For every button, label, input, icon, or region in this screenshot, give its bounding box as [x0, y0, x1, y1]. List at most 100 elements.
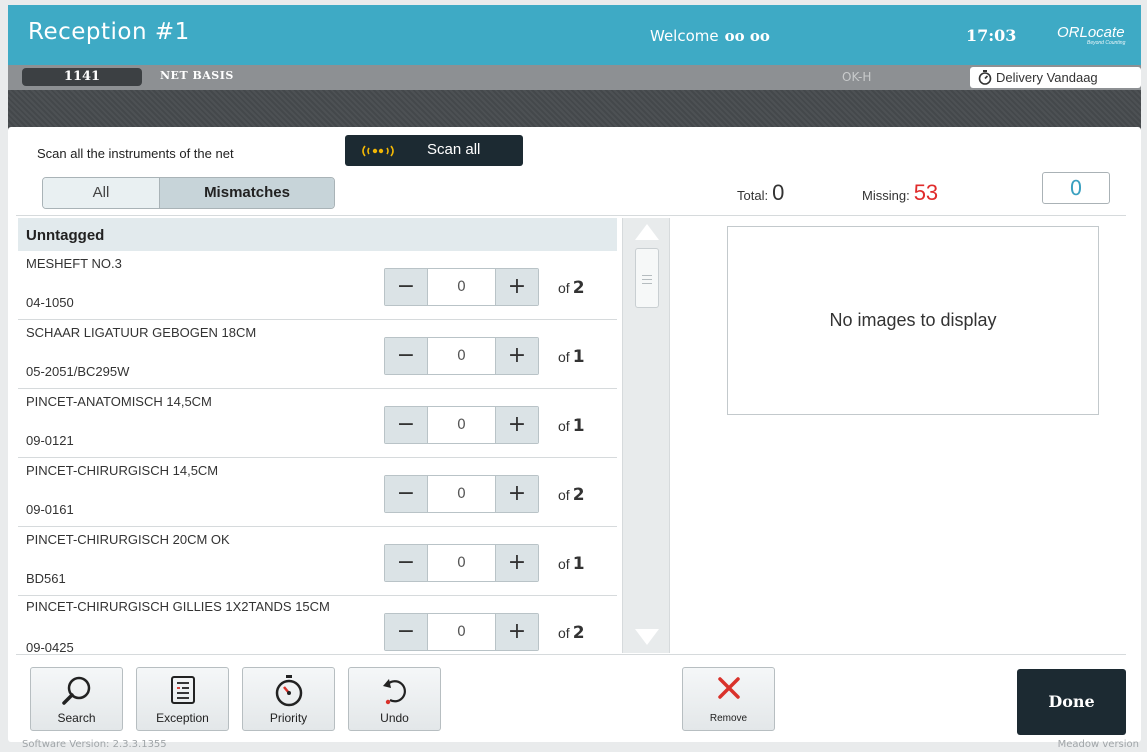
- user-name: oo oo: [724, 27, 770, 45]
- decrement-button[interactable]: −: [385, 269, 427, 305]
- quantity-value[interactable]: 0: [427, 545, 496, 581]
- rfid-scan-icon: [362, 145, 394, 157]
- missing-value: 53: [913, 180, 939, 205]
- expected-quantity: of 1: [558, 416, 585, 436]
- exception-label: Exception: [156, 711, 209, 725]
- page-title: Reception #1: [28, 19, 190, 45]
- increment-button[interactable]: +: [496, 407, 538, 443]
- instrument-code: 09-0161: [26, 502, 74, 517]
- increment-button[interactable]: +: [496, 476, 538, 512]
- orlocate-logo: ORLocate Beyond Counting: [1057, 24, 1126, 46]
- quantity-value[interactable]: 0: [427, 269, 496, 305]
- quantity-value[interactable]: 0: [427, 614, 496, 650]
- instrument-name: PINCET-ANATOMISCH 14,5CM: [26, 394, 212, 409]
- decrement-button[interactable]: −: [385, 407, 427, 443]
- quantity-value[interactable]: 0: [427, 476, 496, 512]
- expected-quantity: of 2: [558, 623, 585, 643]
- scroll-thumb[interactable]: [635, 248, 659, 308]
- delivery-label: Delivery Vandaag: [996, 70, 1098, 85]
- decrement-button[interactable]: −: [385, 614, 427, 650]
- priority-button[interactable]: Priority: [242, 667, 335, 731]
- total-value: 0: [772, 180, 785, 205]
- welcome-label: Welcome: [650, 27, 719, 45]
- list-group-header: Unntagged: [18, 218, 617, 251]
- search-icon: [61, 676, 90, 705]
- increment-button[interactable]: +: [496, 269, 538, 305]
- undo-button[interactable]: Undo: [348, 667, 441, 731]
- expected-quantity: of 2: [558, 485, 585, 505]
- search-label: Search: [57, 711, 96, 725]
- filter-all-tab[interactable]: All: [43, 178, 160, 208]
- total-label: Total:: [737, 188, 769, 203]
- expected-quantity: of 2: [558, 278, 585, 298]
- decrement-button[interactable]: −: [385, 476, 427, 512]
- close-icon: [717, 677, 740, 699]
- missing-label: Missing:: [862, 188, 910, 203]
- app-header: Reception #1 Welcome oo oo 17:03 ORLocate…: [8, 5, 1141, 65]
- divider: [16, 654, 1126, 655]
- decrement-button[interactable]: −: [385, 338, 427, 374]
- done-button[interactable]: Done: [1017, 669, 1126, 735]
- software-version: Software Version: 2.3.3.1355: [22, 739, 167, 750]
- scan-all-button[interactable]: Scan all: [345, 135, 523, 166]
- remove-button[interactable]: Remove: [682, 667, 775, 731]
- quantity-value[interactable]: 0: [427, 338, 496, 374]
- expected-quantity: of 1: [558, 347, 585, 367]
- net-id-badge: 1141: [22, 68, 142, 86]
- instrument-code: 09-0121: [26, 433, 74, 448]
- list-item: PINCET-CHIRURGISCH 14,5CM 09-0161 − 0 + …: [18, 458, 617, 527]
- quantity-stepper: − 0 +: [384, 544, 539, 582]
- net-info-bar: 1141 NET BASIS OK-H Delivery Vandaag: [8, 65, 1141, 90]
- net-name: NET BASIS: [160, 69, 234, 82]
- undo-label: Undo: [380, 711, 409, 725]
- delivery-badge[interactable]: Delivery Vandaag: [970, 67, 1141, 88]
- scroll-up-arrow-icon[interactable]: [635, 224, 659, 240]
- instrument-code: 05-2051/BC295W: [26, 364, 130, 379]
- footer-right-text: Meadow version: [1057, 739, 1139, 750]
- scan-instruction: Scan all the instruments of the net: [37, 146, 234, 161]
- header-divider-band: [8, 90, 1141, 130]
- filter-mismatches-tab[interactable]: Mismatches: [160, 178, 334, 208]
- exception-list-icon: [170, 676, 195, 704]
- scan-count-field[interactable]: 0: [1042, 172, 1110, 204]
- instrument-name: SCHAAR LIGATUUR GEBOGEN 18CM: [26, 325, 257, 340]
- increment-button[interactable]: +: [496, 614, 538, 650]
- quantity-stepper: − 0 +: [384, 475, 539, 513]
- instrument-name: PINCET-CHIRURGISCH 20CM OK: [26, 532, 230, 547]
- quantity-stepper: − 0 +: [384, 613, 539, 651]
- quantity-stepper: − 0 +: [384, 337, 539, 375]
- list-item: PINCET-CHIRURGISCH GILLIES 1X2TANDS 15CM…: [18, 596, 617, 653]
- instrument-name: PINCET-CHIRURGISCH GILLIES 1X2TANDS 15CM: [26, 599, 330, 614]
- location-label: OK-H: [842, 70, 872, 84]
- clock: 17:03: [966, 26, 1017, 45]
- no-images-text: No images to display: [829, 310, 997, 330]
- quantity-stepper: − 0 +: [384, 406, 539, 444]
- logo-tagline: Beyond Counting: [1087, 40, 1126, 46]
- instrument-code: BD561: [26, 571, 66, 586]
- list-item: MESHEFT NO.3 04-1050 − 0 + of 2: [18, 251, 617, 320]
- increment-button[interactable]: +: [496, 545, 538, 581]
- list-scrollbar[interactable]: [622, 218, 670, 653]
- missing-counter: Missing: 53: [862, 180, 938, 206]
- quantity-value[interactable]: 0: [427, 407, 496, 443]
- search-button[interactable]: Search: [30, 667, 123, 731]
- divider: [16, 215, 1126, 216]
- instrument-name: PINCET-CHIRURGISCH 14,5CM: [26, 463, 219, 478]
- stopwatch-icon: [978, 70, 992, 85]
- list-item: SCHAAR LIGATUUR GEBOGEN 18CM 05-2051/BC2…: [18, 320, 617, 389]
- welcome-text: Welcome oo oo: [650, 27, 770, 45]
- list-item: PINCET-ANATOMISCH 14,5CM 09-0121 − 0 + o…: [18, 389, 617, 458]
- instrument-name: MESHEFT NO.3: [26, 256, 122, 271]
- decrement-button[interactable]: −: [385, 545, 427, 581]
- increment-button[interactable]: +: [496, 338, 538, 374]
- priority-label: Priority: [269, 711, 308, 725]
- undo-icon: [382, 679, 406, 705]
- total-counter: Total: 0: [737, 180, 784, 206]
- remove-label: Remove: [709, 713, 748, 724]
- filter-toggle: All Mismatches: [42, 177, 335, 209]
- scroll-down-arrow-icon[interactable]: [635, 629, 659, 645]
- instrument-list: Unntagged MESHEFT NO.3 04-1050 − 0 + of 2…: [18, 218, 617, 653]
- stopwatch-icon: [275, 675, 302, 707]
- exception-button[interactable]: Exception: [136, 667, 229, 731]
- instrument-code: 04-1050: [26, 295, 74, 310]
